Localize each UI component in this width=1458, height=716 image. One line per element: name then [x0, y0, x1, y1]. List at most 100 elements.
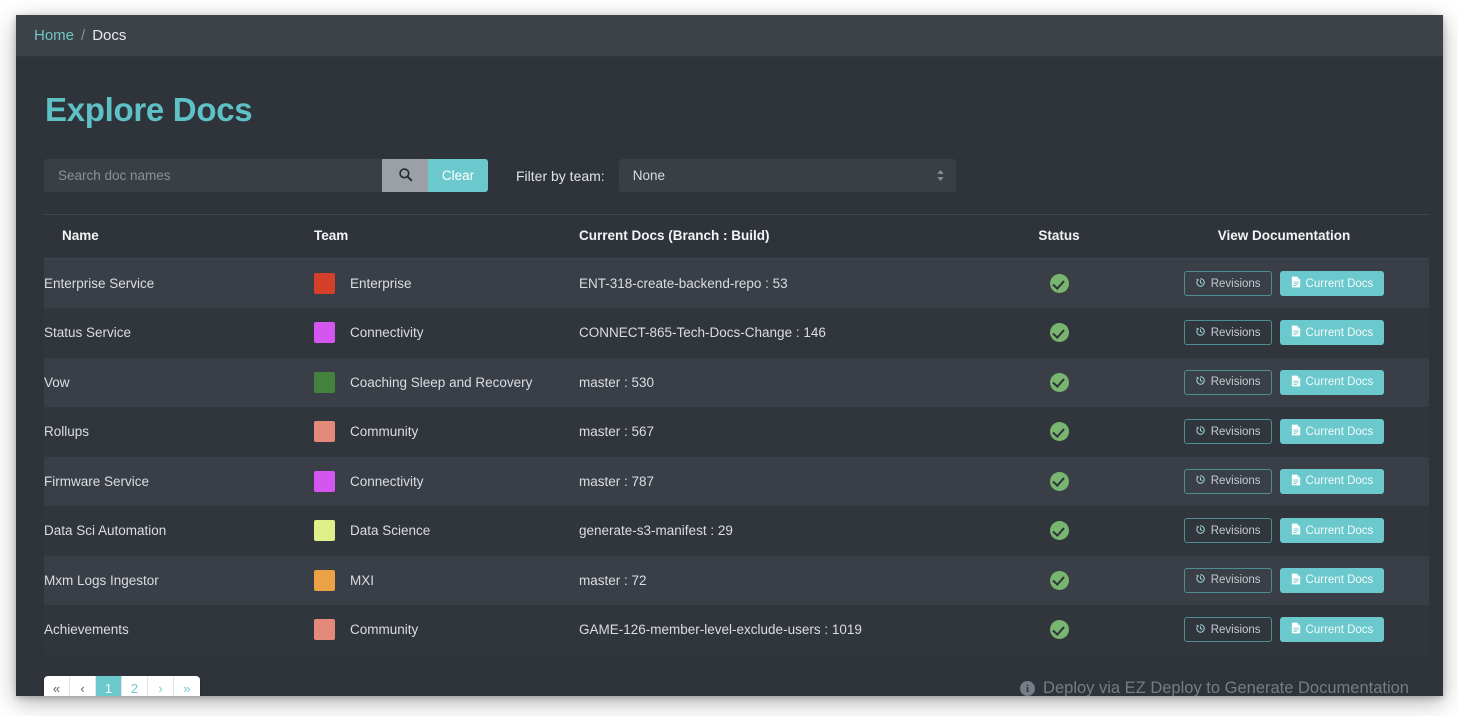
- breadcrumb-link-home[interactable]: Home: [34, 27, 74, 44]
- pagination-page-2[interactable]: 2: [122, 675, 148, 696]
- table-row: Firmware Service Connectivity master : 787…: [44, 456, 1429, 507]
- history-icon: [1195, 474, 1206, 488]
- team-color-swatch: [314, 569, 335, 591]
- current-docs-button[interactable]: Current Docs: [1279, 320, 1385, 346]
- team-filter-select[interactable]: None: [618, 159, 956, 192]
- revisions-button[interactable]: Revisions: [1183, 468, 1272, 494]
- search-icon: [398, 167, 413, 185]
- table-header: Name Team Current Docs (Branch : Build) …: [44, 214, 1429, 259]
- cell-view-documentation: Revisions Current Docs: [1139, 457, 1429, 507]
- cell-team: Connectivity: [314, 457, 579, 507]
- team-name-text: Community: [350, 424, 419, 440]
- search-button[interactable]: [382, 159, 428, 192]
- column-header-status: Status: [979, 214, 1139, 259]
- current-docs-text: generate-s3-manifest : 29: [579, 523, 733, 539]
- history-icon: [1195, 425, 1206, 439]
- revisions-button[interactable]: Revisions: [1183, 617, 1272, 643]
- current-docs-text: master : 567: [579, 424, 655, 440]
- team-name-text: Community: [350, 622, 419, 638]
- pagination-first[interactable]: «: [44, 675, 70, 696]
- doc-name-text: Firmware Service: [44, 473, 150, 489]
- team-name-text: MXI: [350, 572, 375, 588]
- pagination-last[interactable]: »: [174, 675, 200, 696]
- current-docs-button[interactable]: Current Docs: [1279, 271, 1385, 296]
- revisions-button[interactable]: Revisions: [1183, 567, 1272, 593]
- page-body: Explore Docs Clear Filte: [16, 57, 1443, 696]
- current-docs-button[interactable]: Current Docs: [1279, 518, 1385, 544]
- team-filter-wrapper: None: [618, 159, 956, 192]
- app-root: Home / Docs Explore Docs Search doc name…: [0, 0, 1458, 716]
- column-header-name: Name: [44, 214, 314, 259]
- table-row: Data Sci Automation Data Science generate-…: [44, 506, 1429, 556]
- clear-button[interactable]: Clear: [428, 159, 488, 192]
- current-docs-label: Current Docs: [1305, 574, 1374, 587]
- current-docs-button[interactable]: Current Docs: [1279, 369, 1385, 395]
- cell-view-documentation: Revisions Current Docs: [1139, 605, 1429, 655]
- revisions-label: Revisions: [1210, 475, 1261, 488]
- cell-doc-name: Status Service: [44, 308, 314, 358]
- cell-doc-name: Vow: [44, 358, 314, 408]
- column-header-docs: Current Docs (Branch : Build): [579, 214, 979, 259]
- cell-view-documentation: Revisions Current Docs: [1139, 556, 1429, 606]
- pagination-prev[interactable]: ‹: [70, 675, 96, 696]
- revisions-button[interactable]: Revisions: [1183, 518, 1272, 544]
- current-docs-label: Current Docs: [1305, 425, 1374, 438]
- current-docs-button[interactable]: Current Docs: [1279, 567, 1385, 593]
- document-icon: [1291, 622, 1301, 637]
- breadcrumb-separator: /: [81, 27, 86, 44]
- pagination-page-1[interactable]: 1: [96, 675, 122, 696]
- table-row: Enterprise Service Enterprise ENT-318-crea…: [44, 258, 1429, 309]
- cell-team: MXI: [314, 556, 579, 606]
- revisions-button[interactable]: Revisions: [1183, 271, 1272, 296]
- cell-doc-name: Rollups: [44, 407, 314, 457]
- cell-team: Community: [314, 605, 579, 655]
- doc-name-text: Vow: [44, 374, 70, 390]
- cell-status: [979, 457, 1139, 507]
- pagination: « ‹ 1 2 › »: [44, 675, 200, 696]
- check-circle-icon: [1049, 372, 1069, 392]
- check-circle-icon: [1049, 422, 1069, 442]
- team-color-swatch: [314, 470, 335, 492]
- cell-team: Data Science: [314, 506, 579, 556]
- history-icon: [1195, 326, 1206, 340]
- current-docs-button[interactable]: Current Docs: [1279, 617, 1385, 643]
- current-docs-button[interactable]: Current Docs: [1279, 468, 1385, 494]
- check-circle-icon: [1049, 521, 1069, 541]
- revisions-button[interactable]: Revisions: [1183, 419, 1272, 445]
- cell-current-docs: CONNECT-865-Tech-Docs-Change : 146: [579, 308, 979, 358]
- team-wrapper: Connectivity: [314, 470, 579, 492]
- search-group: Clear: [44, 159, 488, 192]
- current-docs-text: master : 72: [579, 572, 647, 588]
- team-wrapper: Community: [314, 619, 579, 641]
- document-icon: [1291, 523, 1301, 538]
- team-color-swatch: [314, 421, 335, 443]
- document-icon: [1291, 424, 1301, 439]
- doc-name-text: Achievements: [44, 622, 129, 638]
- search-input[interactable]: [44, 159, 382, 192]
- cell-status: [979, 407, 1139, 457]
- deploy-note: i Deploy via EZ Deploy to Generate Docum…: [1020, 679, 1415, 696]
- history-icon: [1195, 375, 1206, 389]
- row-button-group: Revisions Current Docs: [1183, 468, 1385, 494]
- cell-status: [979, 556, 1139, 606]
- cell-view-documentation: Revisions Current Docs: [1139, 259, 1429, 309]
- check-circle-icon: [1049, 620, 1069, 640]
- revisions-button[interactable]: Revisions: [1183, 320, 1272, 346]
- filter-by-team-label: Filter by team:: [516, 167, 605, 184]
- team-wrapper: Enterprise: [314, 273, 579, 294]
- table-row: Vow Coaching Sleep and Recovery master : 5…: [44, 357, 1429, 408]
- history-icon: [1195, 623, 1206, 637]
- cell-team: Connectivity: [314, 308, 579, 358]
- team-color-swatch: [314, 273, 335, 294]
- pagination-next[interactable]: ›: [148, 675, 174, 696]
- cell-doc-name: Enterprise Service: [44, 259, 314, 309]
- table-row: Achievements Community GAME-126-member-lev…: [44, 605, 1429, 655]
- cell-current-docs: master : 567: [579, 407, 979, 457]
- cell-team: Community: [314, 407, 579, 457]
- team-wrapper: MXI: [314, 569, 579, 591]
- document-icon: [1291, 276, 1301, 291]
- revisions-button[interactable]: Revisions: [1183, 369, 1272, 395]
- table-body: Enterprise Service Enterprise ENT-318-crea…: [44, 258, 1429, 655]
- current-docs-button[interactable]: Current Docs: [1279, 419, 1385, 445]
- check-circle-icon: [1049, 323, 1069, 343]
